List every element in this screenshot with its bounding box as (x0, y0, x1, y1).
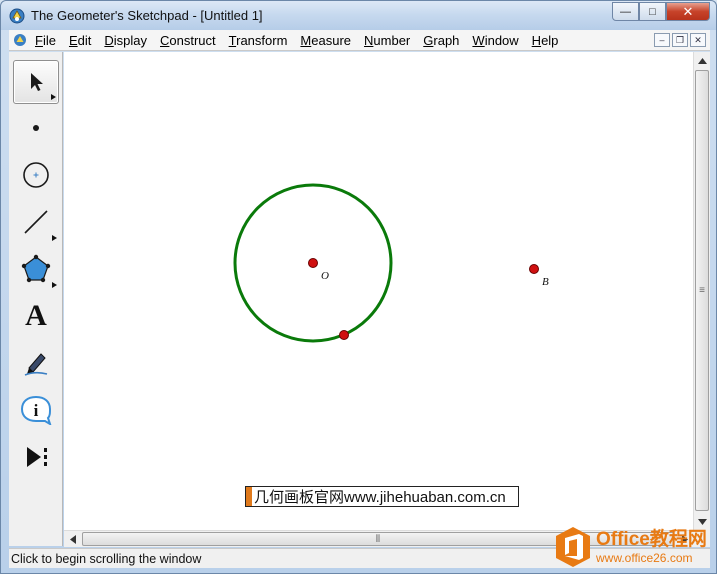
minimize-button[interactable]: — (612, 2, 639, 21)
label-b[interactable]: B (542, 276, 549, 288)
point-b[interactable] (529, 264, 539, 274)
close-icon: ✕ (694, 34, 702, 45)
minimize-icon: – (659, 35, 665, 45)
watermark-title: Office教程网 (596, 529, 707, 550)
document-window-controls: – ❐ ✕ (654, 33, 706, 47)
close-button[interactable]: ✕ (666, 2, 710, 21)
arrow-cursor-icon (31, 73, 43, 91)
pentagon-icon (21, 254, 51, 283)
menu-measure[interactable]: Measure (300, 33, 351, 48)
information-tool[interactable]: i (13, 388, 59, 432)
caption-accent-bar (246, 487, 252, 506)
website-caption-text: 几何画板官网www.jihehuaban.com.cn (254, 489, 506, 506)
menu-transform[interactable]: Transform (229, 33, 288, 48)
toolbox: A i (9, 52, 63, 546)
svg-text:i: i (34, 401, 39, 420)
scroll-left-button[interactable] (64, 531, 81, 547)
arrow-left-icon (69, 534, 76, 544)
document-icon[interactable] (13, 33, 27, 47)
document-minimize-button[interactable]: – (654, 33, 670, 47)
submenu-arrow-icon (51, 94, 56, 100)
app-window: The Geometer's Sketchpad - [Untitled 1] … (0, 0, 717, 574)
sketch-drawing[interactable]: O B (64, 52, 693, 530)
menu-edit[interactable]: Edit (69, 33, 91, 48)
close-icon: ✕ (682, 3, 694, 19)
title-bar[interactable]: The Geometer's Sketchpad - [Untitled 1] … (1, 1, 716, 30)
straightedge-tool[interactable] (13, 200, 59, 244)
minimize-icon: — (620, 5, 631, 18)
watermark-text: Office教程网 www.office26.com (596, 529, 707, 565)
point-tool[interactable] (13, 106, 59, 150)
sketchpad-app-icon[interactable] (9, 8, 25, 24)
menu-window[interactable]: Window (472, 33, 518, 48)
circle-compass-icon (23, 162, 49, 188)
menu-help[interactable]: Help (532, 33, 559, 48)
point-on-circle[interactable] (339, 330, 349, 340)
polygon-tool[interactable] (13, 247, 59, 291)
menu-number[interactable]: Number (364, 33, 410, 48)
selection-arrow-tool[interactable] (13, 60, 59, 104)
grip-icon: ≡ (699, 285, 705, 296)
window-title: The Geometer's Sketchpad - [Untitled 1] (31, 8, 263, 23)
website-caption-box[interactable]: 几何画板官网www.jihehuaban.com.cn (245, 486, 519, 507)
maximize-button[interactable]: □ (639, 2, 666, 21)
vertical-scroll-thumb[interactable]: ≡ (695, 70, 709, 511)
custom-tool[interactable] (13, 435, 59, 479)
menu-file[interactable]: File (35, 33, 56, 48)
label-o[interactable]: O (321, 270, 329, 282)
submenu-arrow-icon (52, 282, 57, 288)
restore-icon: ❐ (675, 34, 685, 45)
compass-tool[interactable] (13, 153, 59, 197)
office-watermark: Office教程网 www.office26.com (553, 520, 717, 574)
menu-bar: File Edit Display Construct Transform Me… (9, 30, 710, 51)
text-tool[interactable]: A (13, 294, 59, 338)
text-a-icon: A (25, 299, 47, 332)
document-restore-button[interactable]: ❐ (672, 33, 688, 47)
point-o[interactable] (308, 258, 318, 268)
window-controls: — □ ✕ (612, 2, 710, 21)
menu-construct[interactable]: Construct (160, 33, 216, 48)
menu-graph[interactable]: Graph (423, 33, 459, 48)
marker-pen-icon (24, 353, 48, 376)
info-bubble-icon: i (20, 395, 52, 425)
marker-tool[interactable] (13, 341, 59, 385)
document-close-button[interactable]: ✕ (690, 33, 706, 47)
submenu-arrow-icon (52, 235, 57, 241)
office-logo-icon (556, 527, 590, 567)
menu-display[interactable]: Display (104, 33, 147, 48)
vertical-scrollbar[interactable]: ≡ (693, 52, 710, 530)
line-segment-icon (24, 210, 48, 234)
custom-tool-icon (27, 447, 47, 467)
scroll-up-button[interactable] (694, 52, 711, 69)
grip-icon: ⦀ (375, 533, 381, 545)
maximize-icon: □ (649, 5, 656, 18)
status-text: Click to begin scrolling the window (11, 551, 202, 566)
watermark-url: www.office26.com (596, 551, 693, 565)
sketch-canvas[interactable]: O B (64, 52, 693, 530)
arrow-up-icon (698, 57, 707, 64)
point-icon (33, 125, 39, 131)
